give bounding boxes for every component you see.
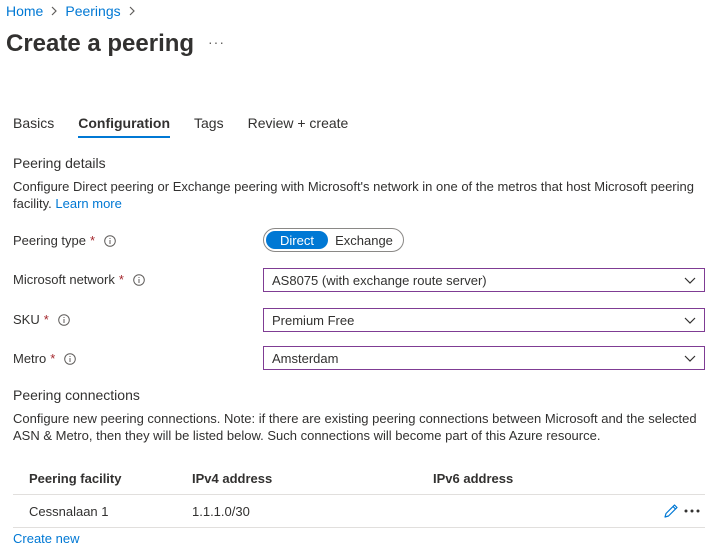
column-header-ipv6: IPv6 address [433, 470, 514, 486]
tab-basics[interactable]: Basics [13, 115, 54, 138]
info-icon[interactable] [133, 273, 145, 286]
sku-label-text: SKU [13, 312, 40, 327]
metro-value: Amsterdam [272, 350, 339, 366]
column-header-facility: Peering facility [29, 470, 122, 486]
table-header: Peering facility IPv4 address IPv6 addre… [13, 462, 705, 495]
create-new-link[interactable]: Create new [13, 531, 79, 546]
required-marker: * [43, 312, 49, 327]
column-header-ipv4: IPv4 address [192, 470, 273, 486]
chevron-down-icon [684, 274, 696, 286]
info-icon[interactable] [57, 313, 70, 326]
sku-value: Premium Free [272, 312, 355, 328]
breadcrumb-peerings-link[interactable]: Peerings [65, 3, 120, 19]
chevron-down-icon [684, 352, 696, 364]
tab-configuration[interactable]: Configuration [78, 115, 170, 138]
metro-label: Metro * [13, 351, 77, 366]
sku-label: SKU * [13, 312, 70, 327]
tab-bar: Basics Configuration Tags Review + creat… [13, 115, 372, 138]
peering-connections-table: Peering facility IPv4 address IPv6 addre… [13, 462, 705, 528]
peering-type-label: Peering type * [13, 233, 116, 248]
microsoft-network-select[interactable]: AS8075 (with exchange route server) [263, 268, 705, 292]
peering-type-toggle: Direct Exchange [263, 228, 404, 252]
tab-review-create[interactable]: Review + create [248, 115, 349, 138]
cell-ipv4: 1.1.1.0/30 [192, 503, 250, 519]
info-icon[interactable] [64, 352, 77, 365]
metro-select[interactable]: Amsterdam [263, 346, 705, 370]
more-options-button[interactable]: ··· [208, 34, 225, 50]
peering-type-exchange[interactable]: Exchange [328, 231, 400, 249]
sku-select[interactable]: Premium Free [263, 308, 705, 332]
peering-type-label-text: Peering type [13, 233, 86, 248]
metro-label-text: Metro [13, 351, 47, 366]
breadcrumb: Home Peerings [6, 3, 143, 19]
required-marker: * [90, 233, 96, 248]
info-icon[interactable] [104, 234, 116, 247]
chevron-right-icon [127, 6, 137, 16]
tab-tags[interactable]: Tags [194, 115, 224, 138]
chevron-down-icon [684, 314, 696, 326]
cell-facility: Cessnalaan 1 [29, 503, 109, 519]
chevron-right-icon [49, 6, 59, 16]
edit-pencil-icon[interactable] [663, 503, 679, 519]
peering-connections-description: Configure new peering connections. Note:… [13, 411, 697, 443]
learn-more-link[interactable]: Learn more [55, 196, 121, 211]
peering-connections-heading: Peering connections [13, 387, 140, 403]
breadcrumb-home-link[interactable]: Home [6, 3, 43, 19]
microsoft-network-value: AS8075 (with exchange route server) [272, 272, 487, 288]
required-marker: * [118, 272, 124, 287]
row-actions [663, 503, 705, 519]
more-options-icon[interactable] [683, 503, 701, 519]
table-row: Cessnalaan 1 1.1.1.0/30 [13, 495, 705, 528]
peering-details-description: Configure Direct peering or Exchange pee… [13, 178, 705, 212]
microsoft-network-label-text: Microsoft network [13, 272, 115, 287]
microsoft-network-label: Microsoft network * [13, 272, 145, 287]
required-marker: * [50, 351, 56, 366]
peering-details-heading: Peering details [13, 155, 106, 171]
peering-type-direct[interactable]: Direct [266, 231, 328, 249]
page-title: Create a peering [6, 30, 195, 57]
